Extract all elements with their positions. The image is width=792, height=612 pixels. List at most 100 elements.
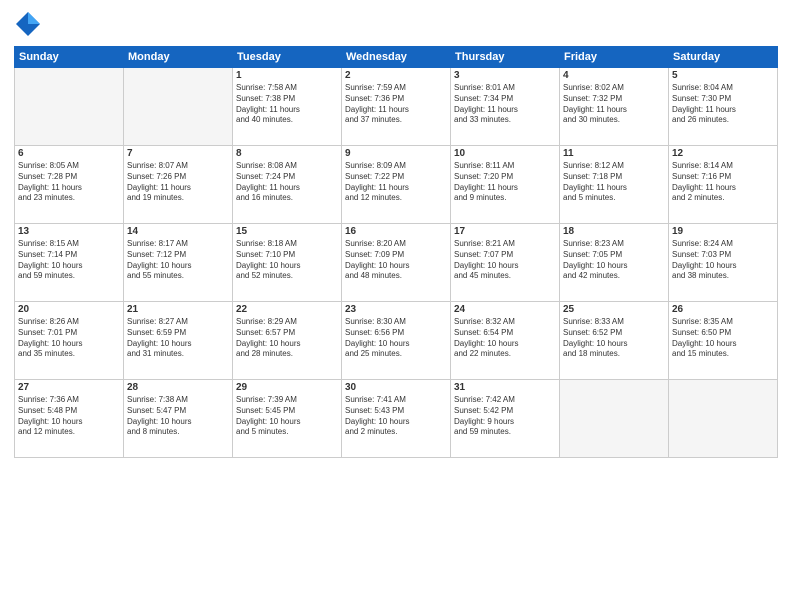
- day-number: 23: [345, 304, 447, 315]
- day-info: Sunrise: 8:20 AM Sunset: 7:09 PM Dayligh…: [345, 239, 447, 282]
- calendar-cell: 8 Sunrise: 8:08 AM Sunset: 7:24 PM Daylig…: [233, 146, 342, 224]
- calendar-week-row: 20 Sunrise: 8:26 AM Sunset: 7:01 PM Dayli…: [15, 302, 778, 380]
- day-number: 22: [236, 304, 338, 315]
- calendar-cell: 13Sunrise: 8:15 AM Sunset: 7:14 PM Dayli…: [15, 224, 124, 302]
- day-number: 7: [127, 148, 229, 159]
- day-number: 19: [672, 226, 774, 237]
- day-number: 3: [454, 70, 556, 81]
- day-info: Sunrise: 8:17 AM Sunset: 7:12 PM Dayligh…: [127, 239, 229, 282]
- day-info: Sunrise: 8:26 AM Sunset: 7:01 PM Dayligh…: [18, 317, 120, 360]
- calendar-cell: [560, 380, 669, 458]
- day-number: 10: [454, 148, 556, 159]
- day-info: Sunrise: 8:23 AM Sunset: 7:05 PM Dayligh…: [563, 239, 665, 282]
- day-number: 17: [454, 226, 556, 237]
- day-info: Sunrise: 8:02 AM Sunset: 7:32 PM Dayligh…: [563, 83, 665, 126]
- calendar-cell: 25Sunrise: 8:33 AM Sunset: 6:52 PM Dayli…: [560, 302, 669, 380]
- calendar-week-row: 27 Sunrise: 7:36 AM Sunset: 5:48 PM Dayli…: [15, 380, 778, 458]
- weekday-header-sunday: Sunday: [15, 47, 124, 68]
- calendar-cell: 4Sunrise: 8:02 AM Sunset: 7:32 PM Daylig…: [560, 68, 669, 146]
- calendar-cell: [669, 380, 778, 458]
- calendar-cell: 15 Sunrise: 8:18 AM Sunset: 7:10 PM Dayli…: [233, 224, 342, 302]
- calendar-cell: 3 Sunrise: 8:01 AM Sunset: 7:34 PM Daylig…: [451, 68, 560, 146]
- day-info: Sunrise: 8:30 AM Sunset: 6:56 PM Dayligh…: [345, 317, 447, 360]
- day-info: Sunrise: 7:58 AM Sunset: 7:38 PM Dayligh…: [236, 83, 338, 126]
- weekday-header-saturday: Saturday: [669, 47, 778, 68]
- day-number: 31: [454, 382, 556, 393]
- calendar-cell: 28 Sunrise: 7:38 AM Sunset: 5:47 PM Dayli…: [124, 380, 233, 458]
- day-number: 9: [345, 148, 447, 159]
- page: SundayMondayTuesdayWednesdayThursdayFrid…: [0, 0, 792, 612]
- day-info: Sunrise: 8:15 AM Sunset: 7:14 PM Dayligh…: [18, 239, 120, 282]
- calendar-cell: 29 Sunrise: 7:39 AM Sunset: 5:45 PM Dayli…: [233, 380, 342, 458]
- day-number: 15: [236, 226, 338, 237]
- day-number: 5: [672, 70, 774, 81]
- calendar-cell: 30 Sunrise: 7:41 AM Sunset: 5:43 PM Dayli…: [342, 380, 451, 458]
- calendar-cell: 6Sunrise: 8:05 AM Sunset: 7:28 PM Daylig…: [15, 146, 124, 224]
- calendar-cell: 23 Sunrise: 8:30 AM Sunset: 6:56 PM Dayli…: [342, 302, 451, 380]
- calendar-cell: 14Sunrise: 8:17 AM Sunset: 7:12 PM Dayli…: [124, 224, 233, 302]
- day-number: 28: [127, 382, 229, 393]
- weekday-header-tuesday: Tuesday: [233, 47, 342, 68]
- calendar-cell: 16Sunrise: 8:20 AM Sunset: 7:09 PM Dayli…: [342, 224, 451, 302]
- day-info: Sunrise: 8:12 AM Sunset: 7:18 PM Dayligh…: [563, 161, 665, 204]
- day-number: 1: [236, 70, 338, 81]
- day-number: 12: [672, 148, 774, 159]
- calendar-cell: 12 Sunrise: 8:14 AM Sunset: 7:16 PM Dayli…: [669, 146, 778, 224]
- day-number: 29: [236, 382, 338, 393]
- calendar-cell: 7 Sunrise: 8:07 AM Sunset: 7:26 PM Daylig…: [124, 146, 233, 224]
- calendar-cell: 20 Sunrise: 8:26 AM Sunset: 7:01 PM Dayli…: [15, 302, 124, 380]
- day-info: Sunrise: 7:42 AM Sunset: 5:42 PM Dayligh…: [454, 395, 556, 438]
- day-info: Sunrise: 7:59 AM Sunset: 7:36 PM Dayligh…: [345, 83, 447, 126]
- calendar-cell: 18 Sunrise: 8:23 AM Sunset: 7:05 PM Dayli…: [560, 224, 669, 302]
- calendar-cell: 22 Sunrise: 8:29 AM Sunset: 6:57 PM Dayli…: [233, 302, 342, 380]
- day-info: Sunrise: 7:38 AM Sunset: 5:47 PM Dayligh…: [127, 395, 229, 438]
- day-info: Sunrise: 8:09 AM Sunset: 7:22 PM Dayligh…: [345, 161, 447, 204]
- logo-icon: [14, 10, 42, 38]
- day-number: 26: [672, 304, 774, 315]
- calendar-cell: 19Sunrise: 8:24 AM Sunset: 7:03 PM Dayli…: [669, 224, 778, 302]
- calendar-cell: 26 Sunrise: 8:35 AM Sunset: 6:50 PM Dayli…: [669, 302, 778, 380]
- day-number: 24: [454, 304, 556, 315]
- day-info: Sunrise: 7:36 AM Sunset: 5:48 PM Dayligh…: [18, 395, 120, 438]
- day-number: 20: [18, 304, 120, 315]
- calendar-week-row: 13Sunrise: 8:15 AM Sunset: 7:14 PM Dayli…: [15, 224, 778, 302]
- day-number: 11: [563, 148, 665, 159]
- day-info: Sunrise: 8:05 AM Sunset: 7:28 PM Dayligh…: [18, 161, 120, 204]
- calendar-cell: 9 Sunrise: 8:09 AM Sunset: 7:22 PM Daylig…: [342, 146, 451, 224]
- day-number: 8: [236, 148, 338, 159]
- calendar-cell: 17 Sunrise: 8:21 AM Sunset: 7:07 PM Dayli…: [451, 224, 560, 302]
- day-info: Sunrise: 8:11 AM Sunset: 7:20 PM Dayligh…: [454, 161, 556, 204]
- day-info: Sunrise: 8:04 AM Sunset: 7:30 PM Dayligh…: [672, 83, 774, 126]
- day-info: Sunrise: 8:18 AM Sunset: 7:10 PM Dayligh…: [236, 239, 338, 282]
- calendar-cell: 24Sunrise: 8:32 AM Sunset: 6:54 PM Dayli…: [451, 302, 560, 380]
- weekday-header-friday: Friday: [560, 47, 669, 68]
- calendar-week-row: 1 Sunrise: 7:58 AM Sunset: 7:38 PM Daylig…: [15, 68, 778, 146]
- day-number: 27: [18, 382, 120, 393]
- day-info: Sunrise: 8:07 AM Sunset: 7:26 PM Dayligh…: [127, 161, 229, 204]
- day-info: Sunrise: 8:21 AM Sunset: 7:07 PM Dayligh…: [454, 239, 556, 282]
- calendar-cell: 21 Sunrise: 8:27 AM Sunset: 6:59 PM Dayli…: [124, 302, 233, 380]
- weekday-header-thursday: Thursday: [451, 47, 560, 68]
- weekday-header-monday: Monday: [124, 47, 233, 68]
- header: [14, 10, 778, 38]
- calendar-cell: 10 Sunrise: 8:11 AM Sunset: 7:20 PM Dayli…: [451, 146, 560, 224]
- day-info: Sunrise: 8:01 AM Sunset: 7:34 PM Dayligh…: [454, 83, 556, 126]
- calendar-cell: 27 Sunrise: 7:36 AM Sunset: 5:48 PM Dayli…: [15, 380, 124, 458]
- day-info: Sunrise: 8:29 AM Sunset: 6:57 PM Dayligh…: [236, 317, 338, 360]
- day-info: Sunrise: 7:41 AM Sunset: 5:43 PM Dayligh…: [345, 395, 447, 438]
- day-number: 21: [127, 304, 229, 315]
- calendar-table: SundayMondayTuesdayWednesdayThursdayFrid…: [14, 46, 778, 458]
- calendar-cell: 31 Sunrise: 7:42 AM Sunset: 5:42 PM Dayli…: [451, 380, 560, 458]
- day-number: 30: [345, 382, 447, 393]
- day-info: Sunrise: 8:08 AM Sunset: 7:24 PM Dayligh…: [236, 161, 338, 204]
- day-info: Sunrise: 8:35 AM Sunset: 6:50 PM Dayligh…: [672, 317, 774, 360]
- day-info: Sunrise: 7:39 AM Sunset: 5:45 PM Dayligh…: [236, 395, 338, 438]
- day-number: 18: [563, 226, 665, 237]
- calendar-cell: [124, 68, 233, 146]
- calendar-cell: 11 Sunrise: 8:12 AM Sunset: 7:18 PM Dayli…: [560, 146, 669, 224]
- calendar-cell: 2Sunrise: 7:59 AM Sunset: 7:36 PM Daylig…: [342, 68, 451, 146]
- day-info: Sunrise: 8:14 AM Sunset: 7:16 PM Dayligh…: [672, 161, 774, 204]
- weekday-header-row: SundayMondayTuesdayWednesdayThursdayFrid…: [15, 47, 778, 68]
- logo: [14, 10, 46, 38]
- day-info: Sunrise: 8:27 AM Sunset: 6:59 PM Dayligh…: [127, 317, 229, 360]
